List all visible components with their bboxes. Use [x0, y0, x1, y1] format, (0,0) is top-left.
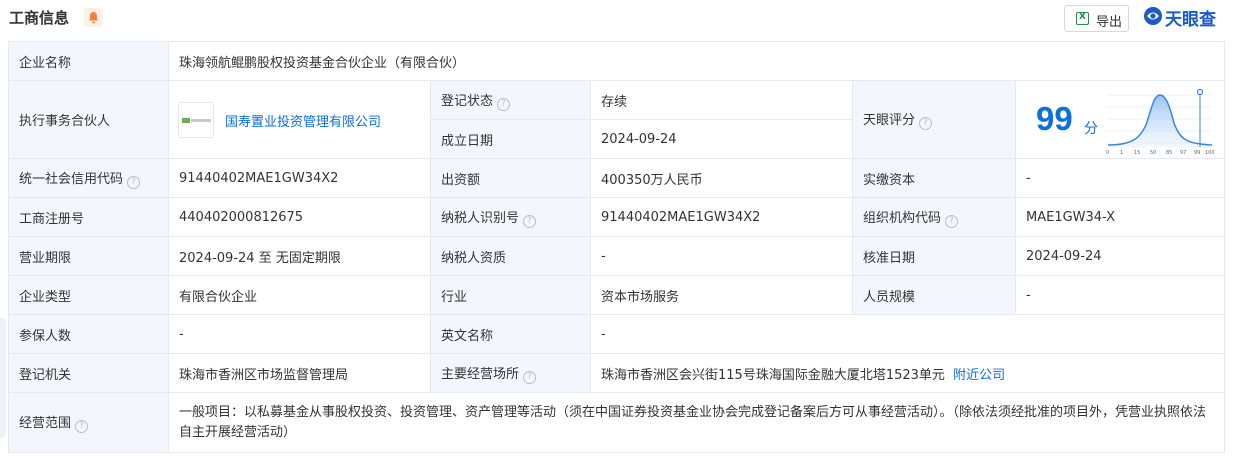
taxpayer-id-label-cell: 纳税人识别号?	[430, 197, 591, 237]
taxpayer-id-label: 纳税人识别号	[441, 210, 520, 226]
capital-value: 400350万人民币	[590, 158, 853, 198]
reg-status-label: 登记状态	[441, 93, 494, 109]
axis-tick: 85	[1166, 150, 1172, 156]
bell-icon[interactable]	[84, 8, 103, 27]
credit-code-label-cell: 统一社会信用代码?	[8, 158, 169, 198]
reg-status-label-cell: 登记状态?	[430, 80, 591, 120]
business-info-table: 企业名称 珠海领航鲲鹏股权投资基金合伙企业（有限合伙） 执行事务合伙人 国寿置业…	[8, 41, 1226, 453]
table-row: 登记机关 珠海市香洲区市场监督管理局 主要经营场所? 珠海市香洲区会兴街115号…	[8, 353, 1226, 393]
partner-link[interactable]: 国寿置业投资管理有限公司	[225, 111, 381, 130]
reg-no-label: 工商注册号	[8, 197, 169, 237]
approve-date-label: 核准日期	[852, 236, 1016, 276]
credit-code-label: 统一社会信用代码	[19, 171, 124, 187]
axis-tick: 97	[1180, 150, 1186, 156]
authority-label: 登记机关	[8, 353, 169, 393]
help-icon[interactable]: ?	[523, 214, 537, 228]
partner-label: 执行事务合伙人	[8, 80, 169, 159]
est-date-value: 2024-09-24	[590, 119, 853, 159]
export-button[interactable]: 导出	[1064, 5, 1129, 32]
authority-value: 珠海市香洲区市场监督管理局	[168, 353, 431, 393]
nearby-companies-link[interactable]: 附近公司	[953, 368, 1005, 383]
help-icon[interactable]: ?	[127, 175, 141, 189]
axis-tick: 100	[1205, 150, 1215, 156]
scope-value: 一般项目：以私募基金从事股权投资、投资管理、资产管理等活动（须在中国证券投资基金…	[167, 392, 1226, 453]
table-row: 营业期限 2024-09-24 至 无固定期限 纳税人资质 - 核准日期 202…	[8, 236, 1226, 276]
eye-logo-icon	[1144, 7, 1162, 25]
axis-tick: 50	[1150, 150, 1156, 156]
axis-tick: 99	[1194, 150, 1200, 156]
company-name-value: 珠海领航鲲鹏股权投资基金合伙企业（有限合伙）	[167, 41, 1226, 81]
taxpayer-qual-value: -	[590, 236, 853, 276]
score-number: 99	[1036, 100, 1073, 137]
axis-tick: 0	[1106, 150, 1109, 156]
capital-label: 出资额	[430, 158, 591, 198]
paid-capital-value: -	[1014, 158, 1226, 198]
staff-label: 人员规模	[852, 275, 1016, 315]
axis-tick: 1	[1120, 150, 1123, 156]
score-label-cell: 天眼评分?	[852, 80, 1016, 159]
table-row: 统一社会信用代码? 91440402MAE1GW34X2 出资额 400350万…	[8, 158, 1226, 198]
help-icon[interactable]: ?	[497, 97, 511, 111]
help-icon[interactable]: ?	[523, 370, 537, 384]
type-label: 企业类型	[8, 275, 169, 315]
staff-value: -	[1014, 275, 1226, 315]
org-code-label: 组织机构代码	[863, 210, 942, 226]
score-cell[interactable]: 99 分 0 1 15 50 85 97 99 100	[1014, 80, 1226, 159]
est-date-label: 成立日期	[430, 119, 591, 159]
reg-no-value: 440402000812675	[168, 197, 431, 237]
table-row: 参保人数 - 英文名称 -	[8, 314, 1226, 354]
term-value: 2024-09-24 至 无固定期限	[168, 236, 431, 276]
table-row: 企业名称 珠海领航鲲鹏股权投资基金合伙企业（有限合伙）	[8, 41, 1226, 81]
scope-label: 经营范围	[19, 416, 72, 431]
org-code-value: MAE1GW34-X	[1014, 197, 1226, 237]
section-title: 工商信息	[9, 9, 70, 27]
english-label: 英文名称	[430, 314, 591, 354]
export-label: 导出	[1096, 15, 1123, 30]
table-row: 执行事务合伙人 国寿置业投资管理有限公司 登记状态? 存续 天眼评分? 99 分	[8, 80, 1226, 159]
address-cell: 珠海市香洲区会兴街115号珠海国际金融大厦北塔1523单元 附近公司	[589, 353, 1226, 393]
address-label-cell: 主要经营场所?	[430, 353, 591, 393]
credit-code-value: 91440402MAE1GW34X2	[168, 158, 431, 198]
taxpayer-qual-label: 纳税人资质	[430, 236, 591, 276]
taxpayer-id-value: 91440402MAE1GW34X2	[590, 197, 853, 237]
excel-icon	[1076, 12, 1089, 25]
insured-value: -	[168, 314, 431, 354]
partner-logo[interactable]	[178, 102, 214, 138]
section-header: 工商信息 导出 天眼查	[0, 0, 1235, 40]
brand-name: 天眼查	[1165, 10, 1216, 30]
type-value: 有限合伙企业	[168, 275, 431, 315]
score-unit: 分	[1084, 121, 1098, 137]
company-name-label: 企业名称	[8, 41, 169, 81]
score-distribution-chart: 0 1 15 50 85 97 99 100	[1106, 88, 1215, 156]
approve-date-value: 2024-09-24	[1014, 236, 1226, 276]
table-row: 经营范围? 一般项目：以私募基金从事股权投资、投资管理、资产管理等活动（须在中国…	[8, 392, 1226, 453]
table-row: 工商注册号 440402000812675 纳税人识别号? 91440402MA…	[8, 197, 1226, 237]
industry-label: 行业	[430, 275, 591, 315]
address-label: 主要经营场所	[441, 366, 520, 382]
industry-value: 资本市场服务	[590, 275, 853, 315]
insured-label: 参保人数	[8, 314, 169, 354]
side-edge-tab[interactable]	[0, 318, 6, 438]
org-code-label-cell: 组织机构代码?	[852, 197, 1016, 237]
help-icon[interactable]: ?	[945, 214, 959, 228]
paid-capital-label: 实缴资本	[852, 158, 1016, 198]
table-row: 企业类型 有限合伙企业 行业 资本市场服务 人员规模 -	[8, 275, 1226, 315]
term-label: 营业期限	[8, 236, 169, 276]
partner-cell: 国寿置业投资管理有限公司	[168, 80, 431, 159]
score-label: 天眼评分	[863, 113, 916, 128]
scope-label-cell: 经营范围?	[8, 392, 169, 453]
english-value: -	[589, 314, 1226, 354]
help-icon[interactable]: ?	[75, 420, 89, 433]
help-icon[interactable]: ?	[919, 117, 933, 130]
address-value: 珠海市香洲区会兴街115号珠海国际金融大厦北塔1523单元	[601, 367, 945, 383]
reg-status-value: 存续	[590, 80, 853, 120]
axis-tick: 15	[1134, 150, 1140, 156]
